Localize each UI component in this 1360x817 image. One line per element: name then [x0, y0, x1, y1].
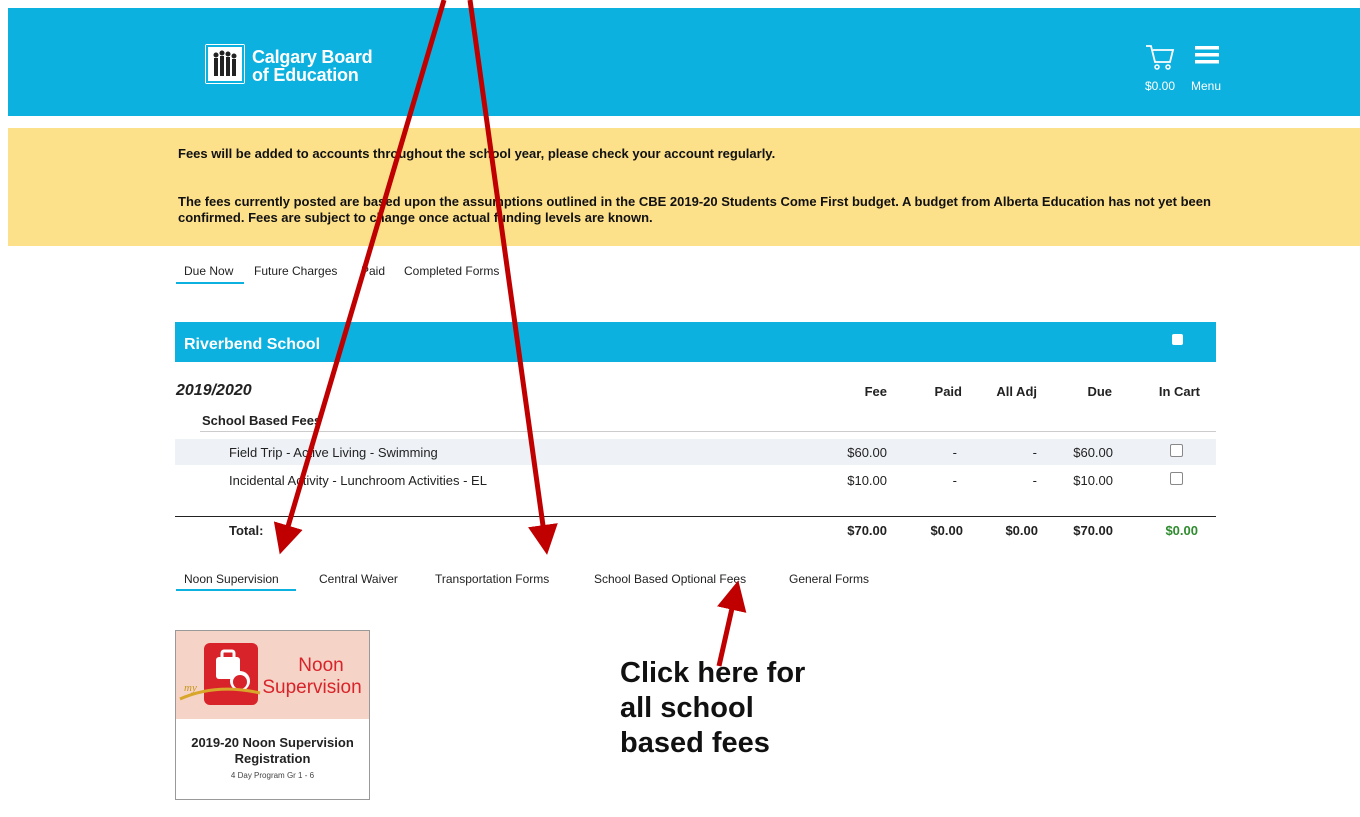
tab-paid[interactable]: Paid [361, 264, 385, 278]
hamburger-menu-icon[interactable] [1195, 44, 1219, 71]
total-adj: $0.00 [1005, 523, 1038, 538]
cart-amount[interactable]: $0.00 [1145, 79, 1175, 93]
col-header-due: Due [1087, 384, 1112, 399]
col-header-in-cart: In Cart [1158, 384, 1200, 399]
notice-banner: Fees will be added to accounts throughou… [8, 128, 1360, 246]
card-banner: my Noon Supervision [176, 631, 369, 719]
notice-line-2: The fees currently posted are based upon… [178, 194, 1211, 225]
tab-transportation-forms[interactable]: Transportation Forms [435, 572, 549, 586]
active-tab-indicator [176, 282, 244, 284]
in-cart-checkbox[interactable] [1170, 472, 1183, 485]
total-due: $70.00 [1073, 523, 1113, 538]
brand-line-2: of Education [252, 65, 359, 85]
fee-name: Incidental Activity - Lunchroom Activiti… [229, 473, 487, 488]
school-year: 2019/2020 [176, 382, 252, 399]
in-cart-checkbox[interactable] [1170, 444, 1183, 457]
brand-line-1: Calgary Board [252, 47, 373, 67]
cart-icon[interactable] [1144, 42, 1176, 77]
card-subtitle: 4 Day Program Gr 1 - 6 [230, 771, 315, 780]
tab-general-forms[interactable]: General Forms [789, 572, 869, 586]
adj-amount: - [1032, 473, 1037, 488]
total-fee: $70.00 [847, 523, 887, 538]
adj-amount: - [1032, 445, 1037, 460]
total-divider [175, 516, 1216, 517]
svg-text:Supervision: Supervision [262, 677, 361, 698]
active-form-tab-indicator [176, 589, 296, 591]
fee-amount: $10.00 [847, 473, 887, 488]
tab-central-waiver[interactable]: Central Waiver [319, 572, 398, 586]
school-name: Riverbend School [184, 336, 321, 353]
total-label: Total: [229, 523, 264, 538]
select-all-checkbox[interactable] [1172, 334, 1183, 345]
lunchbox-icon: my Noon Supervision [179, 643, 362, 705]
callout-text: Click here for all school based fees [620, 657, 806, 759]
col-header-adj: All Adj [996, 384, 1037, 399]
col-header-paid: Paid [934, 384, 962, 399]
notice-line-1: Fees will be added to accounts throughou… [178, 146, 776, 161]
site-header: Calgary Board of Education $0.00 Menu [8, 8, 1360, 116]
total-row: Total: $70.00 $0.00 $0.00 $70.00 $0.00 [175, 523, 1216, 549]
svg-text:Noon: Noon [298, 655, 343, 676]
brand-name[interactable]: Calgary Board of Education [252, 47, 373, 85]
tab-completed-forms[interactable]: Completed Forms [404, 264, 499, 278]
col-header-fee: Fee [864, 384, 887, 399]
table-row: Incidental Activity - Lunchroom Activiti… [175, 467, 1216, 493]
due-amount: $10.00 [1073, 473, 1113, 488]
school-header: Riverbend School [175, 322, 1216, 362]
menu-label[interactable]: Menu [1191, 79, 1221, 93]
tab-due-now[interactable]: Due Now [184, 264, 233, 278]
table-row: Field Trip - Active Living - Swimming $6… [175, 439, 1216, 465]
total-in-cart: $0.00 [1165, 523, 1198, 538]
tab-future-charges[interactable]: Future Charges [254, 264, 337, 278]
divider [200, 431, 1216, 432]
card-title: 2019-20 Noon Supervision Registration [191, 735, 354, 766]
paid-amount: - [952, 473, 957, 488]
section-title: School Based Fees [202, 413, 322, 428]
tab-school-based-optional-fees[interactable]: School Based Optional Fees [594, 572, 746, 586]
fee-name: Field Trip - Active Living - Swimming [229, 445, 438, 460]
due-amount: $60.00 [1073, 445, 1113, 460]
tab-noon-supervision[interactable]: Noon Supervision [184, 572, 279, 586]
fee-amount: $60.00 [847, 445, 887, 460]
noon-supervision-card[interactable]: my Noon Supervision 2019-20 Noon Supervi… [175, 630, 370, 800]
total-paid: $0.00 [930, 523, 963, 538]
svg-text:my: my [184, 682, 197, 694]
paid-amount: - [952, 445, 957, 460]
cbe-logo-icon[interactable] [205, 44, 245, 84]
